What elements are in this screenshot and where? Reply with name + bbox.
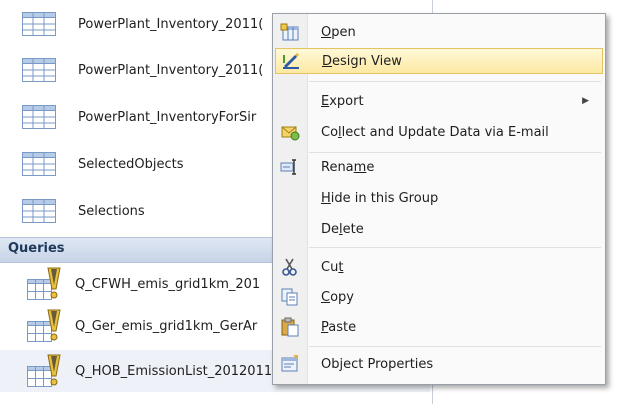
paste-icon xyxy=(275,317,305,337)
table-icon xyxy=(20,105,58,129)
properties-icon xyxy=(275,354,305,374)
menu-item-label: Design View xyxy=(322,53,402,69)
table-icon xyxy=(20,12,58,36)
menu-item-open[interactable]: Open xyxy=(275,19,603,45)
open-icon xyxy=(275,22,305,42)
table-icon xyxy=(20,58,58,82)
menu-item-label: Copy xyxy=(321,289,354,305)
menu-item-label: Object Properties xyxy=(321,356,434,372)
menu-item-hide-in-group[interactable]: Hide in this Group xyxy=(275,185,603,211)
menu-item-label: Rename xyxy=(321,159,375,175)
table-name: Selections xyxy=(78,203,145,219)
menu-item-export[interactable]: Export ▶ xyxy=(275,88,603,114)
query-icon xyxy=(27,354,71,388)
table-name: PowerPlant_Inventory_2011( xyxy=(78,16,264,32)
menu-item-label: Export xyxy=(321,93,364,109)
query-name: Q_HOB_EmissionList_20120111 xyxy=(75,363,281,379)
table-icon xyxy=(20,152,58,176)
submenu-arrow-icon: ▶ xyxy=(582,96,589,106)
table-name: SelectedObjects xyxy=(78,156,184,172)
menu-separator xyxy=(309,152,601,153)
menu-item-paste[interactable]: Paste xyxy=(275,314,603,340)
cut-icon xyxy=(275,257,305,277)
menu-item-rename[interactable]: Rename xyxy=(275,154,603,180)
menu-item-delete[interactable]: Delete xyxy=(275,216,603,242)
menu-item-copy[interactable]: Copy xyxy=(275,284,603,310)
queries-group-title: Queries xyxy=(8,241,65,256)
menu-item-label: Cut xyxy=(321,259,344,275)
query-name: Q_Ger_emis_grid1km_GerAr xyxy=(75,318,258,334)
table-name: PowerPlant_Inventory_2011( xyxy=(78,62,264,78)
menu-separator xyxy=(309,247,601,248)
context-menu: Open Design View Export ▶ Collect and Up… xyxy=(272,13,606,385)
menu-item-design-view[interactable]: Design View xyxy=(275,48,603,74)
menu-item-object-properties[interactable]: Object Properties xyxy=(275,351,603,377)
copy-icon xyxy=(275,287,305,307)
menu-item-collect-data[interactable]: Collect and Update Data via E-mail xyxy=(275,119,603,145)
query-icon xyxy=(27,267,71,301)
menu-separator xyxy=(309,81,601,82)
menu-item-label: Open xyxy=(321,24,356,40)
table-name: PowerPlant_InventoryForSir xyxy=(78,109,257,125)
menu-item-label: Paste xyxy=(321,319,357,335)
collect-data-icon xyxy=(275,122,305,142)
query-icon xyxy=(27,309,71,343)
menu-separator xyxy=(309,346,601,347)
table-icon xyxy=(20,199,58,223)
query-name: Q_CFWH_emis_grid1km_201 xyxy=(75,276,261,292)
menu-item-label: Hide in this Group xyxy=(321,190,439,206)
menu-item-cut[interactable]: Cut xyxy=(275,254,603,280)
menu-item-label: Collect and Update Data via E-mail xyxy=(321,124,549,140)
design-view-icon xyxy=(276,51,306,71)
rename-icon xyxy=(275,157,305,177)
menu-item-label: Delete xyxy=(321,221,364,237)
